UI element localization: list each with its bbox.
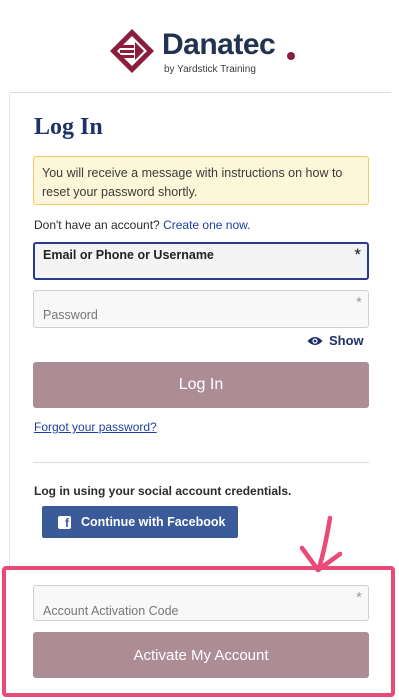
facebook-login-button[interactable]: f Continue with Facebook xyxy=(42,506,238,538)
facebook-icon: f xyxy=(58,515,71,529)
page-title: Log In xyxy=(34,114,103,140)
panel-edge xyxy=(9,93,10,573)
signup-prompt: Don't have an account? Create one now. xyxy=(34,218,250,232)
forgot-password-link[interactable]: Forgot your password? xyxy=(34,420,157,434)
email-field[interactable]: Email or Phone or Username * xyxy=(33,242,369,280)
facebook-button-label: Continue with Facebook xyxy=(81,515,226,529)
show-label: Show xyxy=(329,333,364,348)
danatec-logo-icon xyxy=(110,29,154,73)
brand-name: Danatec xyxy=(162,28,276,61)
login-button[interactable]: Log In xyxy=(33,362,369,408)
section-divider xyxy=(33,462,369,463)
email-field-label: Email or Phone or Username xyxy=(43,248,214,262)
required-icon: * xyxy=(354,245,361,264)
activate-account-button[interactable]: Activate My Account xyxy=(33,632,369,678)
activation-code-field[interactable]: * Account Activation Code xyxy=(33,585,369,621)
social-login-prompt: Log in using your social account credent… xyxy=(34,484,292,498)
login-page: Danatec by Yardstick Training Log In You… xyxy=(0,0,399,700)
required-icon: * xyxy=(356,294,362,311)
site-header: Danatec by Yardstick Training xyxy=(0,0,399,93)
signup-prompt-text: Don't have an account? xyxy=(34,218,160,232)
password-field[interactable]: * Password xyxy=(33,290,369,328)
create-account-link[interactable]: Create one now. xyxy=(163,218,250,232)
eye-icon xyxy=(307,336,323,345)
show-password-toggle[interactable]: Show xyxy=(307,333,364,348)
reset-notice: You will receive a message with instruct… xyxy=(33,156,369,205)
required-icon: * xyxy=(356,589,362,606)
header-divider xyxy=(10,92,391,93)
registered-mark-icon xyxy=(287,52,295,60)
brand-tagline: by Yardstick Training xyxy=(164,64,256,75)
password-placeholder: Password xyxy=(43,308,98,322)
activation-code-placeholder: Account Activation Code xyxy=(43,604,179,618)
